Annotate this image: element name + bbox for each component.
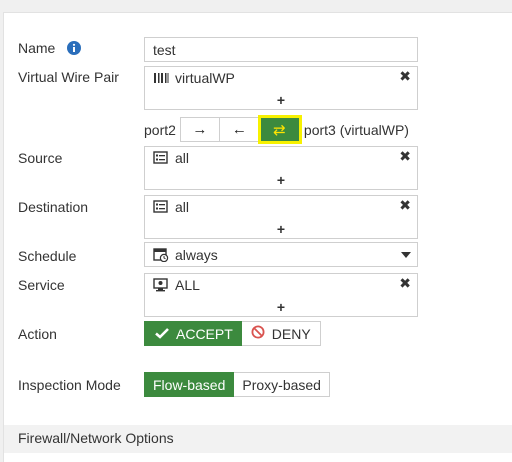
deny-button[interactable]: DENY bbox=[241, 321, 321, 346]
source-selector[interactable]: all ✖ + bbox=[144, 146, 418, 190]
add-destination-button[interactable]: + bbox=[145, 221, 417, 237]
service-selector[interactable]: ALL ✖ + bbox=[144, 273, 418, 317]
address-icon bbox=[153, 151, 169, 165]
service-value: ALL bbox=[175, 277, 200, 293]
destination-label: Destination bbox=[18, 199, 89, 215]
destination-value: all bbox=[175, 199, 190, 215]
direction-both-button[interactable]: ⇄ bbox=[257, 115, 302, 144]
source-entry: all bbox=[153, 150, 189, 166]
address-icon bbox=[153, 200, 169, 214]
add-source-button[interactable]: + bbox=[145, 172, 417, 188]
add-vwp-button[interactable]: + bbox=[145, 92, 417, 108]
vwp-selector[interactable]: virtualWP ✖ + bbox=[144, 66, 418, 110]
vwp-label: Virtual Wire Pair bbox=[18, 69, 119, 85]
action-toggle: ACCEPT DENY bbox=[144, 321, 321, 346]
flow-based-button[interactable]: Flow-based bbox=[144, 372, 235, 397]
firewall-options-header[interactable]: Firewall/Network Options bbox=[4, 425, 512, 453]
schedule-select[interactable]: always bbox=[144, 242, 418, 267]
port-right-label: port3 (virtualWP) bbox=[303, 121, 409, 138]
deny-label: DENY bbox=[271, 325, 311, 342]
direction-right-button[interactable]: → bbox=[179, 117, 220, 142]
service-label: Service bbox=[18, 277, 65, 293]
service-entry: ALL bbox=[153, 277, 200, 293]
info-icon[interactable] bbox=[67, 41, 82, 58]
schedule-value: always bbox=[175, 246, 218, 263]
accept-label: ACCEPT bbox=[176, 325, 233, 342]
direction-left-button[interactable]: ← bbox=[219, 117, 260, 142]
service-icon bbox=[153, 278, 169, 292]
remove-vwp-icon[interactable]: ✖ bbox=[399, 68, 411, 85]
port-left-label: port2 bbox=[144, 121, 176, 138]
direction-toggle: → ← ⇄ bbox=[179, 115, 302, 144]
remove-source-icon[interactable]: ✖ bbox=[399, 148, 411, 165]
vwp-entry: virtualWP bbox=[153, 70, 235, 86]
source-value: all bbox=[175, 150, 190, 166]
accept-button[interactable]: ACCEPT bbox=[144, 321, 242, 346]
inspection-label: Inspection Mode bbox=[18, 377, 121, 393]
remove-destination-icon[interactable]: ✖ bbox=[399, 197, 411, 214]
name-label: Name bbox=[18, 40, 82, 58]
chevron-down-icon bbox=[401, 252, 411, 258]
direction-row: port2 → ← ⇄ port3 (virtualWP) bbox=[144, 115, 409, 144]
deny-icon bbox=[251, 325, 265, 342]
proxy-based-button[interactable]: Proxy-based bbox=[234, 372, 330, 397]
schedule-icon bbox=[153, 247, 169, 262]
source-label: Source bbox=[18, 150, 63, 166]
virtual-wire-icon bbox=[153, 71, 169, 85]
schedule-label: Schedule bbox=[18, 248, 77, 264]
add-service-button[interactable]: + bbox=[145, 299, 417, 315]
vwp-value: virtualWP bbox=[175, 70, 235, 86]
name-label-text: Name bbox=[18, 40, 56, 56]
destination-selector[interactable]: all ✖ + bbox=[144, 195, 418, 239]
inspection-toggle: Flow-based Proxy-based bbox=[144, 372, 330, 397]
destination-entry: all bbox=[153, 199, 189, 215]
remove-service-icon[interactable]: ✖ bbox=[399, 275, 411, 292]
checkmark-icon bbox=[155, 326, 169, 342]
name-input[interactable] bbox=[144, 37, 418, 62]
action-label: Action bbox=[18, 326, 57, 342]
